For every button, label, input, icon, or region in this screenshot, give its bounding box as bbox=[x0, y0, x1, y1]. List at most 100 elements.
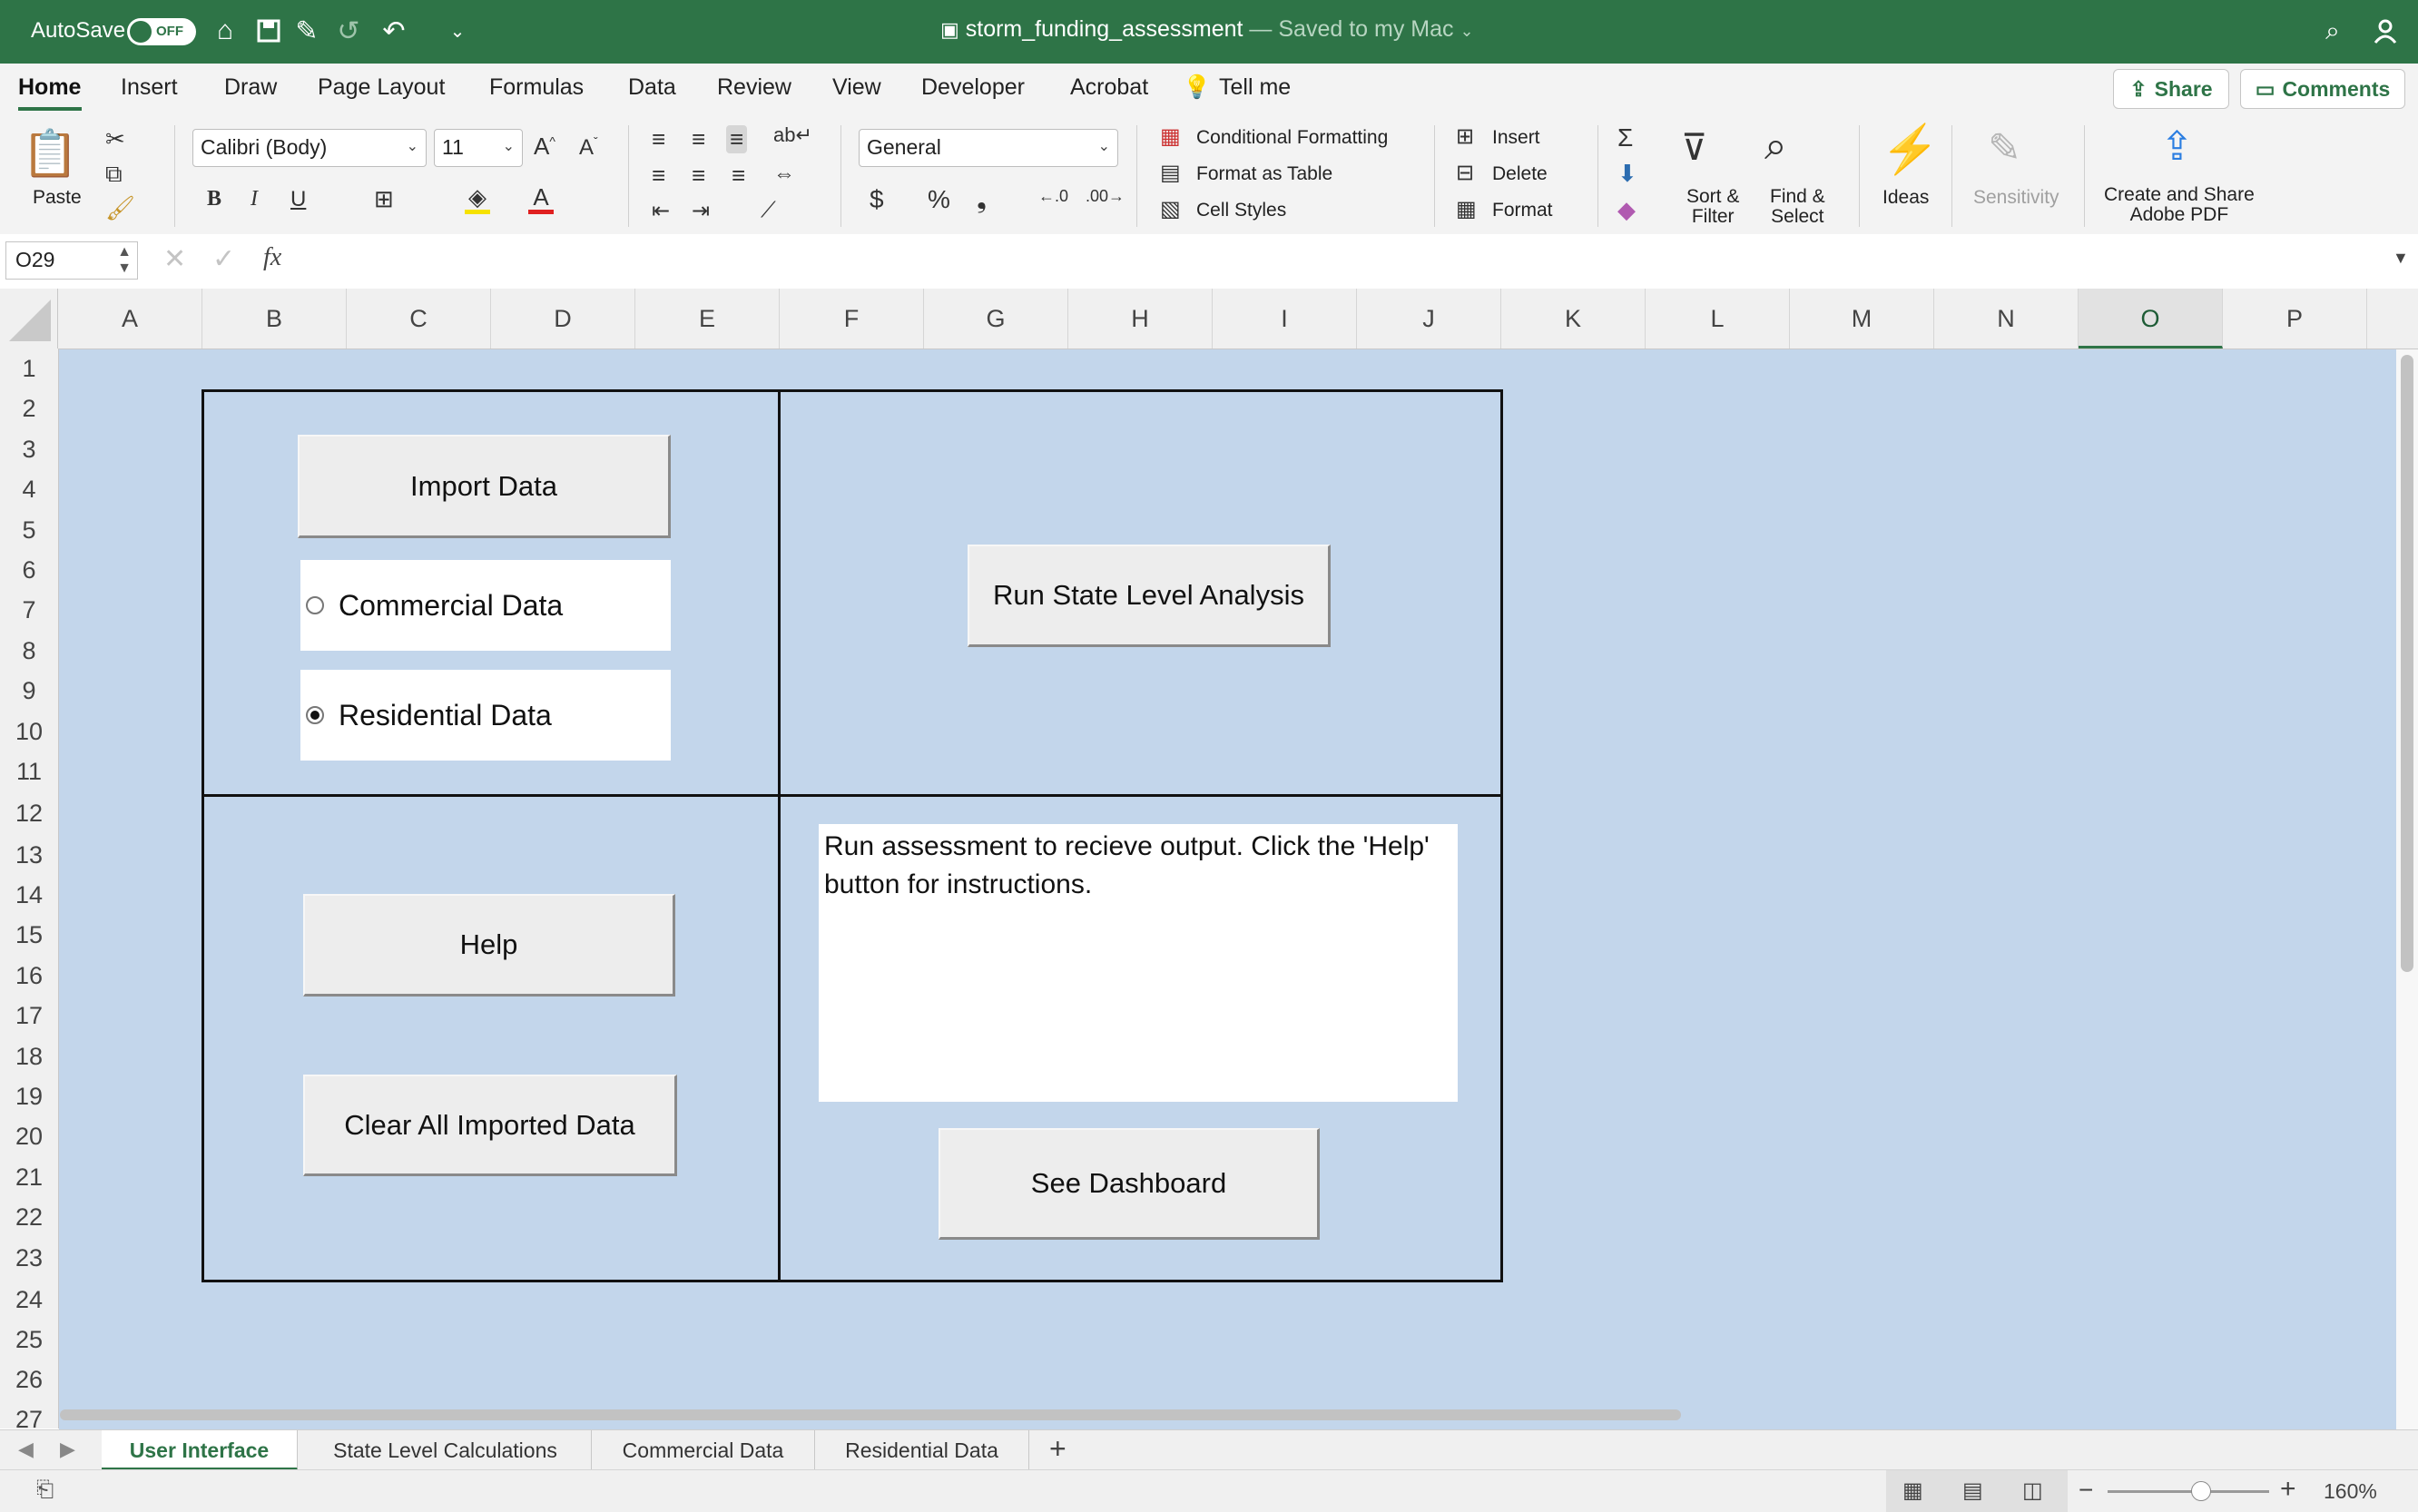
row-header[interactable]: 8 bbox=[0, 631, 58, 671]
column-header-g[interactable]: G bbox=[924, 289, 1068, 349]
share-button[interactable]: ⇪ Share bbox=[2113, 69, 2229, 109]
ideas-icon[interactable]: ⚡ bbox=[1881, 122, 1940, 177]
next-sheet-icon[interactable]: ▶ bbox=[60, 1438, 75, 1461]
percent-icon[interactable]: % bbox=[928, 185, 950, 214]
orientation-icon[interactable]: ⟋ bbox=[761, 198, 776, 223]
conditional-formatting-button[interactable]: Conditional Formatting bbox=[1196, 127, 1388, 149]
row-header[interactable]: 25 bbox=[0, 1320, 58, 1360]
row-header[interactable]: 1 bbox=[0, 349, 58, 388]
create-share-pdf-button[interactable]: Create and Share Adobe PDF bbox=[2104, 185, 2255, 225]
font-name-select[interactable]: Calibri (Body) ⌄ bbox=[192, 129, 427, 167]
wrap-text-icon[interactable]: ab↵ bbox=[773, 123, 812, 147]
row-header[interactable]: 14 bbox=[0, 875, 58, 915]
search-icon[interactable]: ⌕ bbox=[2315, 13, 2351, 49]
column-header-i[interactable]: I bbox=[1213, 289, 1357, 349]
radio-commercial[interactable] bbox=[306, 596, 324, 614]
ideas-button[interactable]: Ideas bbox=[1882, 187, 1929, 209]
row-header[interactable]: 12 bbox=[0, 793, 58, 833]
account-icon[interactable] bbox=[2367, 13, 2403, 49]
increase-indent-icon[interactable]: ⇥ bbox=[692, 198, 710, 224]
residential-data-option[interactable]: Residential Data bbox=[300, 670, 671, 761]
row-header[interactable]: 13 bbox=[0, 835, 58, 875]
clear-all-imported-data-button[interactable]: Clear All Imported Data bbox=[303, 1075, 677, 1176]
tab-developer[interactable]: Developer bbox=[921, 74, 1025, 101]
sheet-tab-commercial-data[interactable]: Commercial Data bbox=[592, 1430, 815, 1470]
row-header[interactable]: 15 bbox=[0, 915, 58, 955]
align-center-icon[interactable]: ≡ bbox=[692, 162, 705, 190]
column-header-c[interactable]: C bbox=[347, 289, 491, 349]
create-pdf-icon[interactable]: ⇪ bbox=[2160, 123, 2194, 170]
row-header[interactable]: 5 bbox=[0, 510, 58, 550]
row-header[interactable]: 22 bbox=[0, 1197, 58, 1237]
comments-button[interactable]: ▭ Comments bbox=[2240, 69, 2405, 109]
macro-record-icon[interactable]: ⎗ bbox=[36, 1478, 54, 1503]
column-header-p[interactable]: P bbox=[2223, 289, 2367, 349]
row-header[interactable]: 24 bbox=[0, 1280, 58, 1320]
select-all-corner[interactable] bbox=[0, 289, 58, 349]
save-icon[interactable] bbox=[251, 13, 287, 49]
redo-icon[interactable]: ↺ bbox=[330, 13, 367, 49]
worksheet[interactable]: Import Data Commercial Data Residential … bbox=[59, 349, 2396, 1429]
comma-style-icon[interactable]: ❟ bbox=[977, 185, 987, 215]
paste-icon[interactable]: 📋 bbox=[22, 127, 78, 182]
zoom-out-icon[interactable]: − bbox=[2079, 1476, 2093, 1505]
tab-page-layout[interactable]: Page Layout bbox=[318, 74, 445, 101]
row-header[interactable]: 23 bbox=[0, 1238, 58, 1278]
row-header[interactable]: 7 bbox=[0, 590, 58, 630]
delete-cells-button[interactable]: Delete bbox=[1492, 163, 1548, 185]
column-header-b[interactable]: B bbox=[202, 289, 347, 349]
zoom-slider-handle[interactable] bbox=[2191, 1481, 2211, 1501]
currency-icon[interactable]: $ bbox=[870, 185, 884, 214]
tab-view[interactable]: View bbox=[832, 74, 881, 101]
output-textbox[interactable]: Run assessment to recieve output. Click … bbox=[819, 824, 1458, 1102]
tab-acrobat[interactable]: Acrobat bbox=[1070, 74, 1148, 101]
column-header-j[interactable]: J bbox=[1357, 289, 1501, 349]
see-dashboard-button[interactable]: See Dashboard bbox=[939, 1128, 1320, 1240]
vertical-scrollbar[interactable] bbox=[2396, 349, 2418, 1429]
column-header-e[interactable]: E bbox=[635, 289, 780, 349]
increase-decimal-icon[interactable]: ←.0 bbox=[1038, 187, 1068, 206]
decrease-indent-icon[interactable]: ⇤ bbox=[652, 198, 670, 224]
undo-icon[interactable]: ↶ bbox=[376, 13, 412, 49]
sheet-tab-state-level-calculations[interactable]: State Level Calculations bbox=[300, 1430, 592, 1470]
row-header[interactable]: 11 bbox=[0, 751, 58, 791]
import-data-button[interactable]: Import Data bbox=[298, 435, 671, 538]
tab-formulas[interactable]: Formulas bbox=[489, 74, 584, 101]
italic-button[interactable]: I bbox=[251, 187, 258, 211]
enter-icon[interactable]: ✓ bbox=[212, 243, 235, 275]
edit-doc-icon[interactable]: ✎ bbox=[289, 13, 325, 49]
decrease-font-icon[interactable]: Aˇ bbox=[579, 134, 598, 161]
commercial-data-option[interactable]: Commercial Data bbox=[300, 560, 671, 651]
row-header[interactable]: 4 bbox=[0, 469, 58, 509]
page-layout-view-icon[interactable]: ▤ bbox=[1962, 1478, 1983, 1504]
format-cells-button[interactable]: Format bbox=[1492, 200, 1553, 221]
sheet-tab-residential-data[interactable]: Residential Data bbox=[815, 1430, 1029, 1470]
column-header-a[interactable]: A bbox=[58, 289, 202, 349]
column-header-f[interactable]: F bbox=[780, 289, 924, 349]
find-select-icon[interactable]: ⌕ bbox=[1764, 123, 1787, 169]
home-icon[interactable]: ⌂ bbox=[207, 13, 243, 49]
underline-button[interactable]: U bbox=[290, 187, 306, 212]
tab-home[interactable]: Home bbox=[18, 74, 81, 101]
decrease-decimal-icon[interactable]: .00→ bbox=[1086, 187, 1125, 206]
format-painter-icon[interactable]: 🖌 bbox=[105, 194, 135, 222]
font-size-select[interactable]: 11 ⌄ bbox=[434, 129, 523, 167]
zoom-in-icon[interactable]: + bbox=[2280, 1474, 2296, 1505]
cancel-icon[interactable]: ✕ bbox=[163, 243, 186, 275]
column-header-d[interactable]: D bbox=[491, 289, 635, 349]
column-header-m[interactable]: M bbox=[1790, 289, 1934, 349]
sort-filter-button[interactable]: Sort & Filter bbox=[1686, 187, 1739, 227]
bold-button[interactable]: B bbox=[207, 187, 221, 211]
insert-cells-button[interactable]: Insert bbox=[1492, 127, 1540, 149]
name-box[interactable]: O29 ▲ ▼ bbox=[5, 241, 138, 280]
column-header-o[interactable]: O bbox=[2079, 289, 2223, 349]
row-header[interactable]: 16 bbox=[0, 956, 58, 996]
column-header-h[interactable]: H bbox=[1068, 289, 1213, 349]
align-bottom-icon[interactable]: ≡ bbox=[726, 125, 748, 153]
merge-center-icon[interactable]: ⇔ bbox=[773, 162, 795, 187]
tab-draw[interactable]: Draw bbox=[224, 74, 277, 101]
row-header[interactable]: 20 bbox=[0, 1116, 58, 1156]
expand-formula-icon[interactable]: ▼ bbox=[2393, 249, 2409, 268]
sort-filter-icon[interactable]: ⊽ bbox=[1681, 127, 1707, 169]
row-header[interactable]: 27 bbox=[0, 1399, 58, 1429]
